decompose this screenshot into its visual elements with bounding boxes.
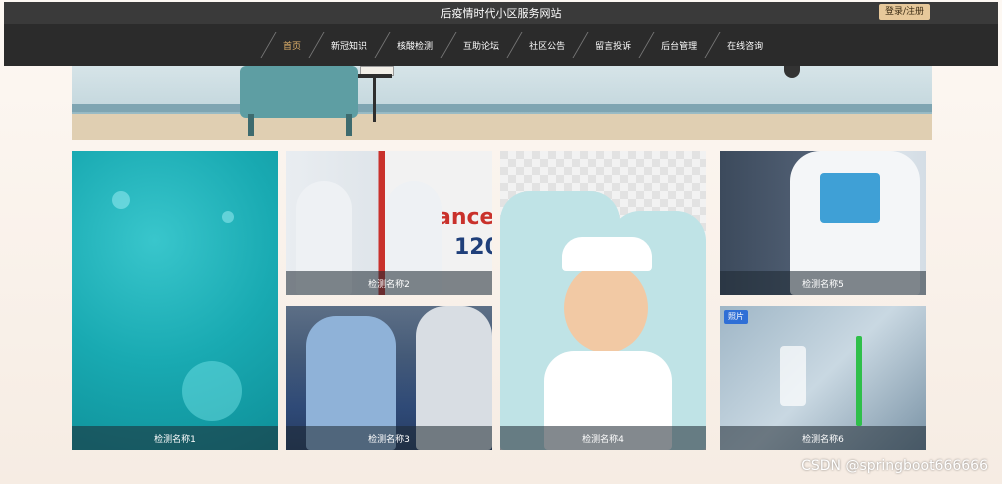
banner-floor [72,114,932,140]
site-title: 后疫情时代小区服务网站 [440,7,562,20]
bokeh-circle [222,211,234,223]
csdn-watermark: CSDN @springboot666666 [801,458,988,474]
nav-item-nucleic-test[interactable]: 核酸检测 [382,24,448,66]
ambulance-number: 120 [454,235,492,260]
test-card-3[interactable]: 检测名称3 [286,306,492,450]
lamp-illustration [784,66,800,78]
test-card-caption: 检测名称3 [286,426,492,450]
test-card-caption: 检测名称5 [720,271,926,295]
vaccine-vial [780,346,806,406]
test-card-caption: 检测名称4 [500,426,706,450]
nav-item-covid-knowledge[interactable]: 新冠知识 [316,24,382,66]
chair-leg [346,114,352,136]
test-card-2[interactable]: ance 120 检测名称2 [286,151,492,295]
hero-banner-image [72,66,932,140]
banner-wall-stripe [72,104,932,112]
main-navigation: 首页 新冠知识 核酸检测 互助论坛 社区公告 留言投诉 后台管理 在线咨询 [4,24,998,66]
chair-leg [248,114,254,136]
test-card-5[interactable]: 检测名称5 [720,151,926,295]
test-card-caption: 检测名称6 [720,426,926,450]
test-card-6[interactable]: 照片 检测名称6 [720,306,926,450]
nav-item-home[interactable]: 首页 [268,24,316,66]
photo-badge: 照片 [724,310,748,324]
nurse-face [564,263,648,353]
nav-item-admin[interactable]: 后台管理 [646,24,712,66]
test-card-4[interactable]: 检测名称4 [500,151,706,450]
doctor-scrubs [820,173,880,223]
nav-menu: 首页 新冠知识 核酸检测 互助论坛 社区公告 留言投诉 后台管理 在线咨询 [268,24,778,66]
nurse-cap [562,237,652,271]
top-title-bar: 后疫情时代小区服务网站 登录/注册 [4,2,998,24]
bokeh-circle [182,361,242,421]
armchair-illustration [240,66,358,118]
test-card-1[interactable]: 检测名称1 [72,151,278,450]
nav-item-online-consult[interactable]: 在线咨询 [712,24,778,66]
side-table-leg [373,78,376,122]
test-card-caption: 检测名称2 [286,271,492,295]
ambulance-sign-text: ance [436,205,492,230]
nav-item-announcements[interactable]: 社区公告 [514,24,580,66]
test-card-caption: 检测名称1 [72,426,278,450]
syringe [856,336,862,426]
bokeh-circle [112,191,130,209]
nav-item-forum[interactable]: 互助论坛 [448,24,514,66]
nav-item-complaints[interactable]: 留言投诉 [580,24,646,66]
login-register-button[interactable]: 登录/注册 [878,4,930,20]
